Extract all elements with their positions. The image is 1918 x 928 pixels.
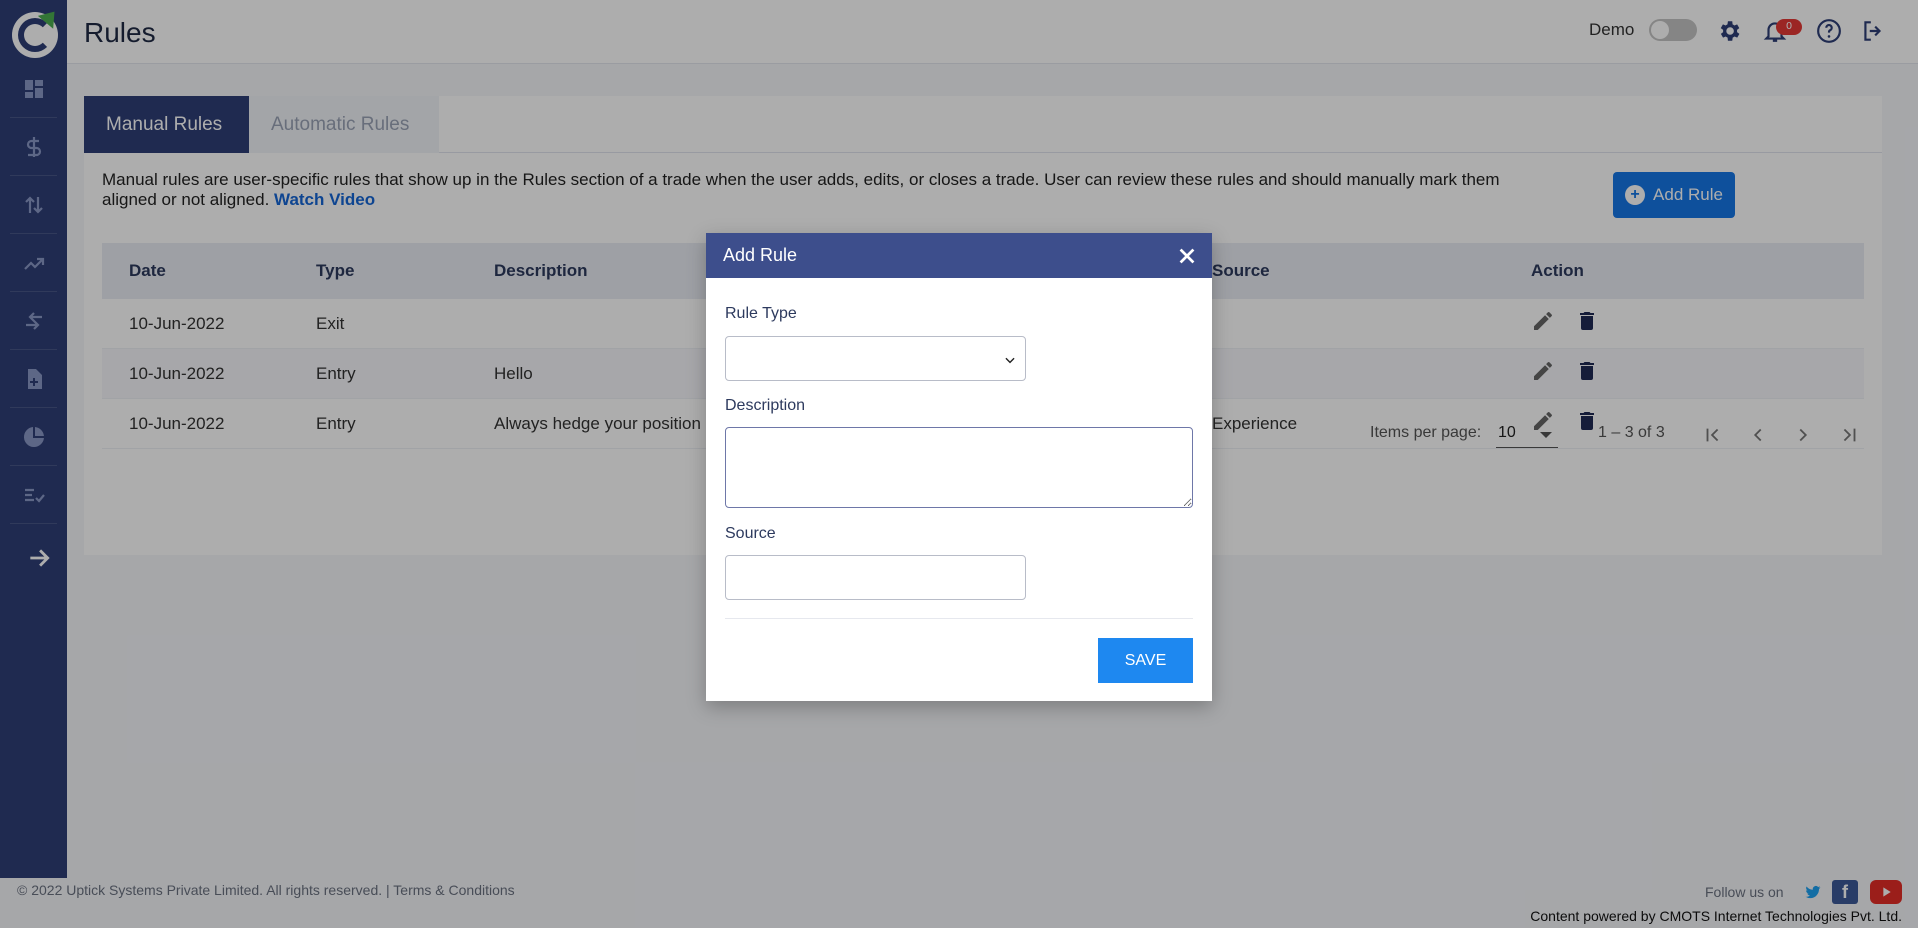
description-label: Description: [725, 397, 806, 414]
description-textarea[interactable]: [725, 427, 1193, 508]
rule-type-label: Rule Type: [725, 305, 797, 322]
close-icon[interactable]: [1176, 245, 1198, 267]
chevron-down-icon: [1003, 352, 1017, 371]
save-button[interactable]: SAVE: [1098, 638, 1193, 683]
rule-type-select[interactable]: [725, 336, 1026, 381]
dialog-divider: [725, 618, 1193, 619]
dialog-header: Add Rule: [706, 233, 1212, 278]
dialog-title: Add Rule: [723, 245, 798, 265]
source-label: Source: [725, 525, 776, 542]
source-input[interactable]: [725, 555, 1026, 600]
add-rule-dialog: Add Rule Rule Type Description Source SA…: [706, 233, 1212, 701]
